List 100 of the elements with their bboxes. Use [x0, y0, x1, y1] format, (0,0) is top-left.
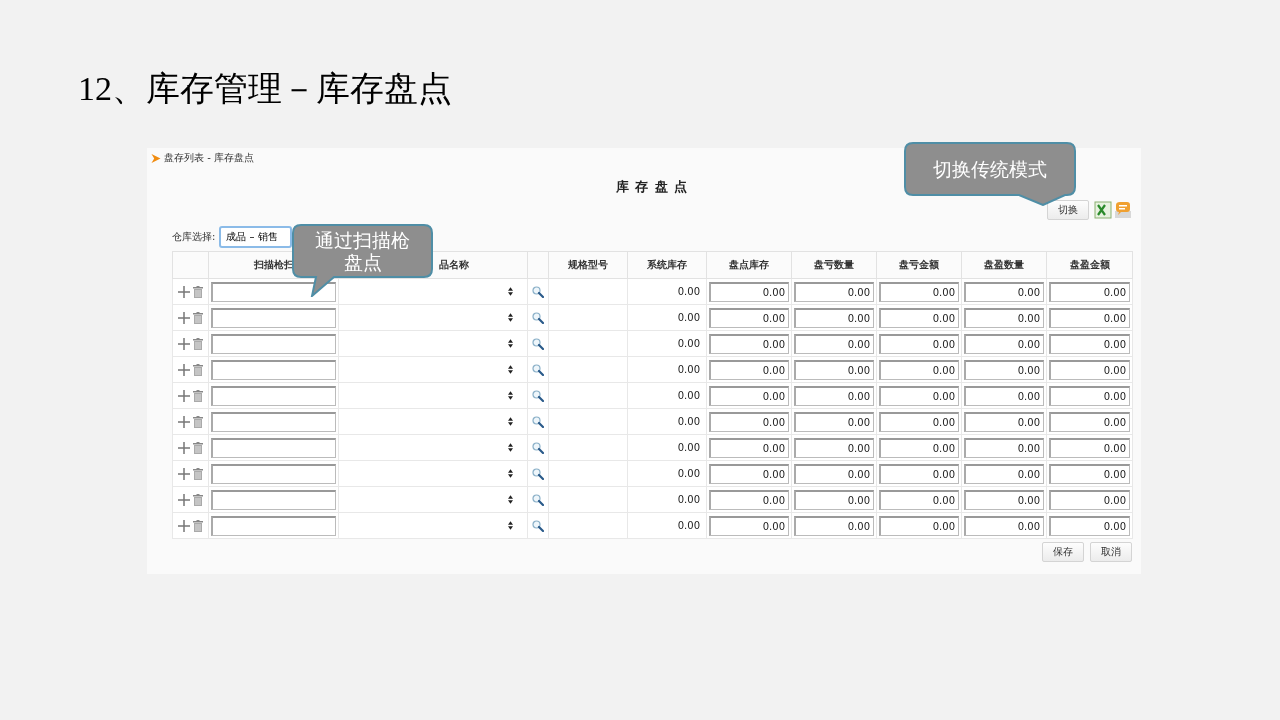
number-input[interactable]: 0.00 — [879, 333, 959, 354]
number-input[interactable]: 0.00 — [794, 515, 874, 536]
number-input[interactable]: 0.00 — [964, 281, 1044, 302]
scan-input[interactable] — [211, 463, 336, 484]
trash-icon[interactable] — [193, 493, 203, 506]
save-button[interactable]: 保存 — [1042, 542, 1084, 562]
chat-icon[interactable] — [1114, 201, 1132, 219]
number-input[interactable]: 0.00 — [879, 385, 959, 406]
number-input[interactable]: 0.00 — [794, 437, 874, 458]
trash-icon[interactable] — [193, 441, 203, 454]
scan-input[interactable] — [211, 307, 336, 328]
switch-button[interactable]: 切换 — [1047, 200, 1089, 220]
trash-icon[interactable] — [193, 519, 203, 532]
plus-icon[interactable] — [178, 415, 190, 428]
number-input[interactable]: 0.00 — [794, 489, 874, 510]
trash-icon[interactable] — [193, 389, 203, 402]
number-input[interactable]: 0.00 — [794, 359, 874, 380]
number-input[interactable]: 0.00 — [964, 489, 1044, 510]
number-input[interactable]: 0.00 — [964, 437, 1044, 458]
plus-icon[interactable] — [178, 337, 190, 350]
scan-input[interactable] — [211, 333, 336, 354]
plus-icon[interactable] — [178, 519, 190, 532]
number-input[interactable]: 0.00 — [1049, 463, 1130, 484]
search-icon[interactable] — [532, 415, 544, 428]
number-input[interactable]: 0.00 — [1049, 411, 1130, 432]
plus-icon[interactable] — [178, 389, 190, 402]
search-icon[interactable] — [532, 493, 544, 506]
scan-input[interactable] — [211, 359, 336, 380]
number-input[interactable]: 0.00 — [709, 307, 789, 328]
plus-icon[interactable] — [178, 493, 190, 506]
column-header: 盘亏数量 — [814, 259, 854, 270]
number-input[interactable]: 0.00 — [709, 385, 789, 406]
search-icon[interactable] — [532, 285, 544, 298]
number-input[interactable]: 0.00 — [879, 515, 959, 536]
warehouse-select[interactable]: 成品 – 销售 — [219, 226, 293, 248]
scan-input[interactable] — [211, 411, 336, 432]
number-input[interactable]: 0.00 — [794, 307, 874, 328]
number-input[interactable]: 0.00 — [964, 463, 1044, 484]
scan-input[interactable] — [211, 515, 336, 536]
number-input[interactable]: 0.00 — [1049, 333, 1130, 354]
number-input[interactable]: 0.00 — [709, 489, 789, 510]
trash-icon[interactable] — [193, 363, 203, 376]
number-input[interactable]: 0.00 — [879, 359, 959, 380]
number-input[interactable]: 0.00 — [879, 411, 959, 432]
number-input[interactable]: 0.00 — [709, 515, 789, 536]
scan-input[interactable] — [211, 437, 336, 458]
scan-input[interactable] — [211, 281, 336, 302]
number-input[interactable]: 0.00 — [794, 333, 874, 354]
number-input[interactable]: 0.00 — [964, 515, 1044, 536]
number-input[interactable]: 0.00 — [964, 359, 1044, 380]
number-input[interactable]: 0.00 — [879, 463, 959, 484]
number-input[interactable]: 0.00 — [1049, 489, 1130, 510]
number-input[interactable]: 0.00 — [1049, 437, 1130, 458]
number-input[interactable]: 0.00 — [1049, 359, 1130, 380]
search-icon[interactable] — [532, 337, 544, 350]
search-icon[interactable] — [532, 467, 544, 480]
scan-input[interactable] — [211, 489, 336, 510]
number-input[interactable]: 0.00 — [879, 307, 959, 328]
number-input[interactable]: 0.00 — [709, 281, 789, 302]
up-down-arrows-icon — [508, 365, 513, 374]
number-input[interactable]: 0.00 — [709, 463, 789, 484]
trash-icon[interactable] — [193, 467, 203, 480]
plus-icon[interactable] — [178, 311, 190, 324]
number-input[interactable]: 0.00 — [1049, 385, 1130, 406]
search-icon[interactable] — [532, 363, 544, 376]
number-input[interactable]: 0.00 — [964, 333, 1044, 354]
search-icon[interactable] — [532, 519, 544, 532]
cancel-button[interactable]: 取消 — [1090, 542, 1132, 562]
trash-icon[interactable] — [193, 311, 203, 324]
number-input[interactable]: 0.00 — [964, 411, 1044, 432]
scan-input[interactable] — [211, 385, 336, 406]
search-icon[interactable] — [532, 389, 544, 402]
number-input[interactable]: 0.00 — [879, 489, 959, 510]
number-input[interactable]: 0.00 — [879, 281, 959, 302]
search-icon[interactable] — [532, 441, 544, 454]
spreadsheet-icon[interactable] — [1094, 201, 1112, 219]
column-header: 盘盈金额 — [1069, 259, 1110, 270]
number-input[interactable]: 0.00 — [879, 437, 959, 458]
number-input[interactable]: 0.00 — [1049, 281, 1130, 302]
plus-icon[interactable] — [178, 285, 190, 298]
number-input[interactable]: 0.00 — [709, 437, 789, 458]
number-input[interactable]: 0.00 — [794, 385, 874, 406]
plus-icon[interactable] — [178, 363, 190, 376]
number-input[interactable]: 0.00 — [794, 411, 874, 432]
number-input[interactable]: 0.00 — [794, 463, 874, 484]
plus-icon[interactable] — [178, 441, 190, 454]
number-input[interactable]: 0.00 — [794, 281, 874, 302]
number-input[interactable]: 0.00 — [964, 385, 1044, 406]
number-input[interactable]: 0.00 — [1049, 307, 1130, 328]
trash-icon[interactable] — [193, 415, 203, 428]
plus-icon[interactable] — [178, 467, 190, 480]
number-input[interactable]: 0.00 — [709, 359, 789, 380]
number-input[interactable]: 0.00 — [709, 411, 789, 432]
number-input[interactable]: 0.00 — [964, 307, 1044, 328]
search-icon[interactable] — [532, 311, 544, 324]
trash-icon[interactable] — [193, 337, 203, 350]
number-input[interactable]: 0.00 — [709, 333, 789, 354]
number-input[interactable]: 0.00 — [1049, 515, 1130, 536]
breadcrumb[interactable]: 盘存列表 - 库存盘点 — [164, 151, 254, 165]
trash-icon[interactable] — [193, 285, 203, 298]
